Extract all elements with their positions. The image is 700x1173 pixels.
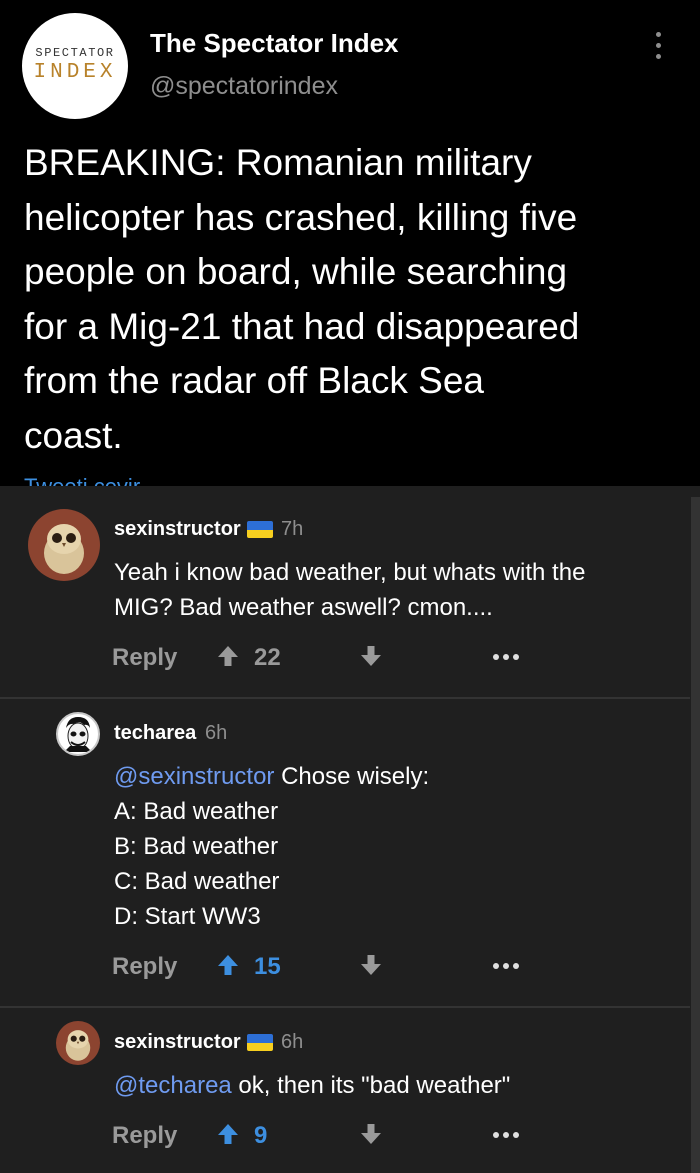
avatar-logo-line1: SPECTATOR (35, 46, 115, 60)
tweet-text-line: people on board, while searching (24, 251, 568, 292)
tweet-card: SPECTATOR INDEX The Spectator Index @spe… (0, 0, 700, 486)
reply-button[interactable]: Reply (112, 644, 177, 672)
scrollbar[interactable] (691, 497, 700, 1173)
reply-button[interactable]: Reply (112, 1122, 177, 1150)
downvote-arrow-icon[interactable] (359, 644, 383, 668)
user-avatar[interactable] (56, 1021, 100, 1065)
tweet-author-name[interactable]: The Spectator Index (150, 28, 399, 59)
comment-line-rest: ok, then its "bad weather" (231, 1072, 511, 1099)
comment-line: B: Bad weather (114, 833, 279, 860)
comment-line: Yeah i know bad weather, but whats with … (114, 559, 586, 586)
tweet-text-line: coast. (24, 414, 123, 456)
comment-divider (0, 697, 690, 699)
owl-avatar-icon (65, 1030, 91, 1061)
vote-score: 15 (254, 953, 281, 980)
upvote-arrow-icon[interactable] (216, 644, 240, 668)
reply-button[interactable]: Reply (112, 953, 177, 981)
upvote-arrow-icon[interactable] (216, 953, 240, 977)
owl-avatar-icon (44, 524, 84, 574)
ukraine-flag-icon (247, 521, 273, 538)
comment-line: @sexinstructor Chose wisely: (114, 759, 674, 794)
user-avatar[interactable] (56, 712, 100, 756)
comment-line: A: Bad weather (114, 798, 279, 825)
tweet-text: BREAKING: Romanian military helicopter h… (24, 136, 684, 463)
comment-line: MIG? Bad weather aswell? cmon.... (114, 594, 493, 621)
comment-age: 7h (281, 518, 304, 540)
downvote-arrow-icon[interactable] (359, 1122, 383, 1146)
avatar-logo-line2: INDEX (33, 61, 117, 84)
comment-body: @techarea ok, then its "bad weather" (114, 1068, 674, 1103)
comment-username[interactable]: sexinstructor (114, 518, 241, 541)
vote-score: 9 (254, 1122, 268, 1149)
spectator-index-avatar[interactable]: SPECTATOR INDEX (22, 13, 128, 119)
more-options-icon[interactable] (493, 1130, 519, 1140)
comment-username[interactable]: sexinstructor (114, 1031, 241, 1054)
comment-line: @techarea ok, then its "bad weather" (114, 1068, 674, 1103)
comment-line: D: Start WW3 (114, 903, 261, 930)
tweet-text-line: for a Mig-21 that had disappeared (24, 305, 580, 347)
translate-tweet-link[interactable]: Tweeti çevir (24, 474, 140, 486)
comment-body: Yeah i know bad weather, but whats with … (114, 555, 674, 625)
comment-body: @sexinstructor Chose wisely: A: Bad weat… (114, 759, 674, 934)
user-avatar[interactable] (28, 509, 100, 581)
comment-username[interactable]: techarea (114, 722, 196, 745)
comment-age: 6h (205, 722, 228, 744)
joker-avatar-icon (64, 717, 92, 752)
more-options-icon[interactable] (648, 30, 668, 62)
more-options-icon[interactable] (493, 652, 519, 662)
user-mention-link[interactable]: @sexinstructor (114, 763, 274, 790)
tweet-text-line: from the radar off Black Sea (24, 360, 484, 401)
ukraine-flag-icon (247, 1034, 273, 1051)
more-options-icon[interactable] (493, 961, 519, 971)
comment-line: C: Bad weather (114, 868, 280, 895)
tweet-text-line: BREAKING: Romanian military (24, 142, 532, 183)
comment-age: 6h (281, 1031, 304, 1053)
upvote-arrow-icon[interactable] (216, 1122, 240, 1146)
tweet-text-line: helicopter has crashed, killing five (24, 196, 578, 238)
comment-line-rest: Chose wisely: (274, 763, 430, 790)
comment-divider (0, 1006, 690, 1008)
downvote-arrow-icon[interactable] (359, 953, 383, 977)
user-mention-link[interactable]: @techarea (114, 1072, 232, 1099)
tweet-author-handle[interactable]: @spectatorindex (150, 72, 338, 101)
vote-score: 22 (254, 644, 281, 671)
